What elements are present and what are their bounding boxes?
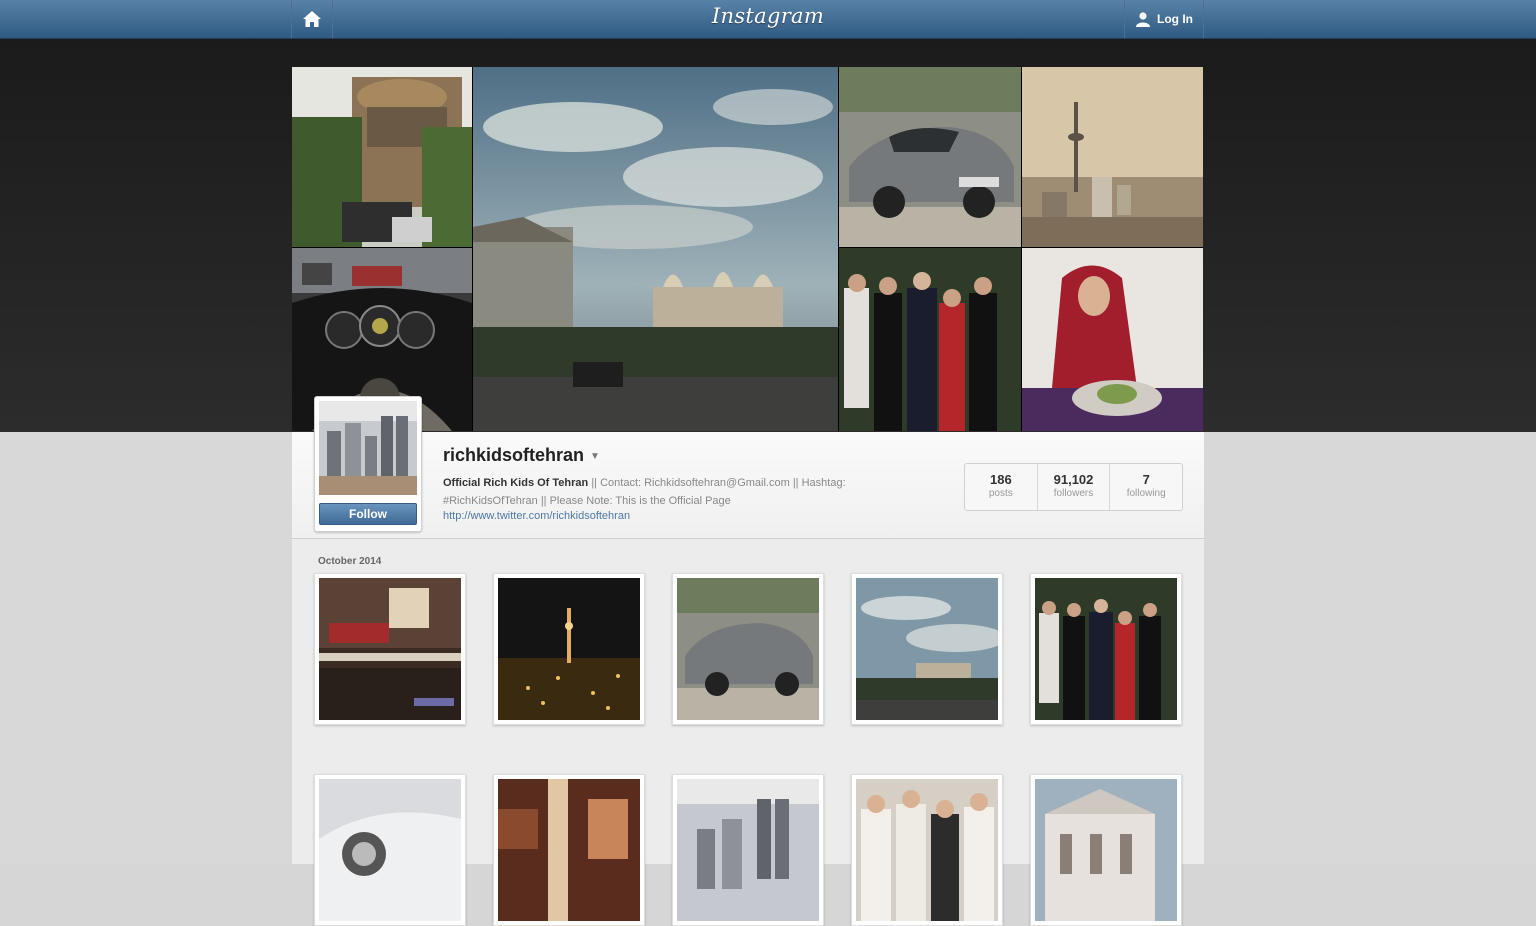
cover-photo-villa[interactable] xyxy=(292,67,472,247)
bio-line2: #RichKidsOfTehran || Please Note: This i… xyxy=(443,495,731,507)
photo-thumbnail[interactable] xyxy=(493,573,645,725)
avatar[interactable] xyxy=(319,401,417,495)
stat-following[interactable]: 7 following xyxy=(1110,464,1182,510)
photo-thumbnail[interactable] xyxy=(851,774,1003,926)
profile-website-link[interactable]: http://www.twitter.com/richkidsoftehran xyxy=(443,510,630,522)
profile-avatar-card: Follow xyxy=(314,396,422,532)
profile-username: richkidsoftehran ▼ xyxy=(443,445,600,466)
chevron-down-icon[interactable]: ▼ xyxy=(590,451,600,462)
username-text: richkidsoftehran xyxy=(443,445,585,465)
stat-posts[interactable]: 186 posts xyxy=(965,464,1038,510)
cover-photo-palace[interactable] xyxy=(473,67,838,431)
cover-photo-party[interactable] xyxy=(839,248,1021,431)
cover-photo-tower[interactable] xyxy=(1022,67,1203,247)
cover-photo-sportscar[interactable] xyxy=(839,67,1021,247)
login-button[interactable]: Log In xyxy=(1124,0,1204,38)
photo-thumbnail[interactable] xyxy=(672,573,824,725)
stat-following-count: 7 xyxy=(1142,472,1150,487)
stat-followers[interactable]: 91,102 followers xyxy=(1038,464,1111,510)
profile-stats: 186 posts 91,102 followers 7 following xyxy=(964,463,1183,511)
top-nav-bar: Instagram Log In xyxy=(0,0,1536,39)
bio-line1: || Contact: Richkidsoftehran@Gmail.com |… xyxy=(588,477,846,489)
photo-thumbnail[interactable] xyxy=(851,573,1003,725)
bio-name: Official Rich Kids Of Tehran xyxy=(443,477,589,489)
profile-cover-collage xyxy=(292,67,1203,431)
photo-thumbnail[interactable] xyxy=(493,774,645,926)
follow-button[interactable]: Follow xyxy=(319,503,417,525)
stat-following-label: following xyxy=(1126,488,1166,499)
photo-thumbnail[interactable] xyxy=(1030,573,1182,725)
stat-followers-label: followers xyxy=(1053,488,1094,499)
photo-thumbnail[interactable] xyxy=(314,573,466,725)
user-icon xyxy=(1136,12,1150,27)
login-label: Log In xyxy=(1157,12,1193,26)
photo-thumbnail[interactable] xyxy=(672,774,824,926)
stat-posts-label: posts xyxy=(988,488,1013,499)
photo-thumbnail[interactable] xyxy=(314,774,466,926)
stat-posts-count: 186 xyxy=(989,472,1012,487)
feed-month-heading: October 2014 xyxy=(318,556,382,567)
profile-bio: Official Rich Kids Of Tehran || Contact:… xyxy=(443,474,893,510)
cover-photo-dinner[interactable] xyxy=(1022,248,1203,431)
stat-followers-count: 91,102 xyxy=(1053,472,1094,487)
photo-thumbnail[interactable] xyxy=(1030,774,1182,926)
instagram-logo[interactable]: Instagram xyxy=(0,4,1536,28)
